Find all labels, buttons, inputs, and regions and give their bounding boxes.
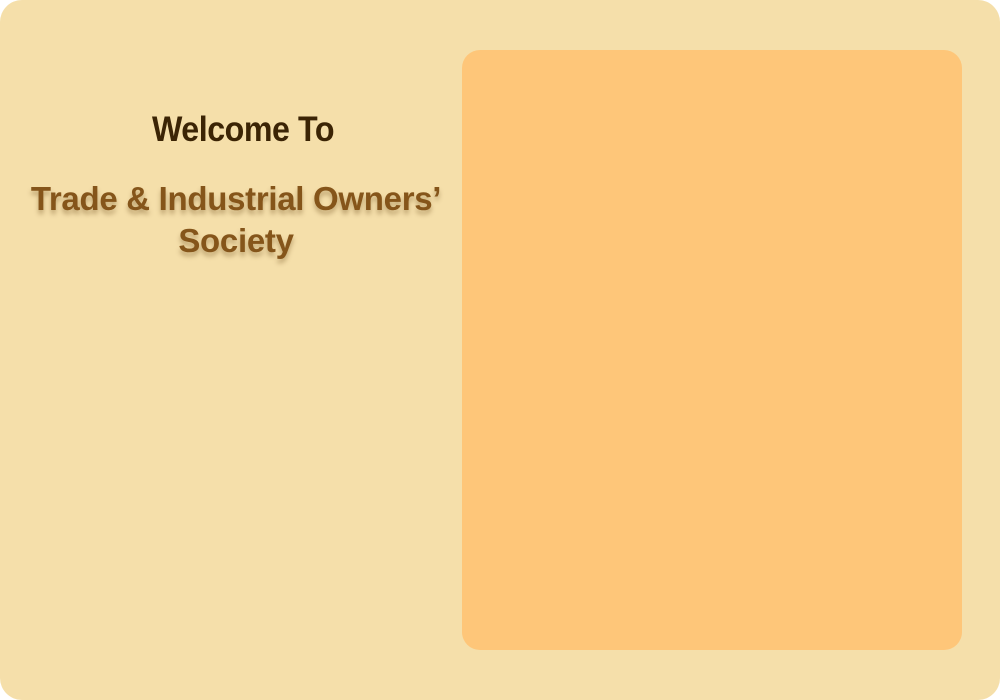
welcome-screen: Welcome To Trade & Industrial Owners’ So…: [0, 0, 1000, 700]
image-panel: [462, 50, 962, 650]
welcome-heading: Welcome To: [151, 110, 335, 149]
society-name: Trade & Industrial Owners’ Society: [30, 180, 442, 259]
welcome-pane: Welcome To Trade & Industrial Owners’ So…: [0, 0, 470, 700]
